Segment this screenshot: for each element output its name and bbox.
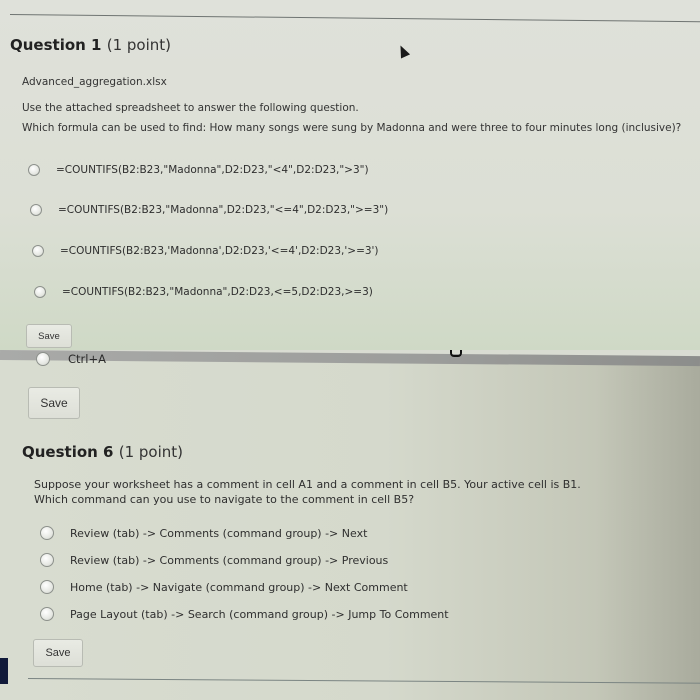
question-1-panel: Question 1 (1 point) Advanced_aggregatio… (0, 0, 700, 350)
radio-button[interactable] (36, 352, 50, 366)
prompt-line: Suppose your worksheet has a comment in … (34, 478, 581, 491)
save-button[interactable]: Save (28, 387, 80, 419)
question-prompt: Which formula can be used to find: How m… (22, 122, 682, 134)
option-label: Review (tab) -> Comments (command group)… (70, 526, 368, 540)
answer-option[interactable]: Page Layout (tab) -> Search (command gro… (40, 607, 449, 621)
option-label: =COUNTIFS(B2:B23,'Madonna',D2:D23,'<=4',… (60, 245, 379, 257)
option-label: Home (tab) -> Navigate (command group) -… (70, 580, 408, 594)
answer-option[interactable]: =COUNTIFS(B2:B23,'Madonna',D2:D23,'<=4',… (32, 245, 379, 257)
mouse-cursor-icon (395, 43, 411, 59)
option-label: Ctrl+A (68, 352, 106, 366)
question-title-text: Question 1 (10, 36, 102, 54)
cursor-fragment-icon (450, 350, 462, 357)
radio-button[interactable] (40, 526, 54, 540)
question-instruction: Use the attached spreadsheet to answer t… (22, 102, 359, 114)
save-button[interactable]: Save (26, 324, 72, 348)
radio-button[interactable] (40, 607, 54, 621)
option-label: Page Layout (tab) -> Search (command gro… (70, 607, 449, 621)
answer-option[interactable]: =COUNTIFS(B2:B23,"Madonna",D2:D23,<=5,D2… (34, 286, 373, 298)
radio-button[interactable] (40, 553, 54, 567)
option-label: Review (tab) -> Comments (command group)… (70, 553, 389, 567)
save-button[interactable]: Save (33, 639, 83, 667)
radio-button[interactable] (30, 204, 42, 216)
question-title-text: Question 6 (22, 443, 114, 461)
answer-option[interactable]: =COUNTIFS(B2:B23,"Madonna",D2:D23,"<4",D… (28, 164, 369, 176)
answer-option[interactable]: Review (tab) -> Comments (command group)… (40, 526, 367, 540)
answer-option[interactable]: Home (tab) -> Navigate (command group) -… (40, 580, 408, 594)
question-prompt: Suppose your worksheet has a comment in … (34, 477, 674, 507)
radio-button[interactable] (32, 245, 44, 257)
option-label: =COUNTIFS(B2:B23,"Madonna",D2:D23,"<4",D… (56, 164, 369, 176)
question-points: (1 point) (106, 36, 172, 54)
radio-button[interactable] (34, 286, 46, 298)
radio-button[interactable] (28, 164, 40, 176)
question-1-title: Question 1 (1 point) (10, 36, 171, 54)
answer-option[interactable]: Review (tab) -> Comments (command group)… (40, 553, 388, 567)
option-label: =COUNTIFS(B2:B23,"Madonna",D2:D23,<=5,D2… (62, 286, 373, 298)
option-label: =COUNTIFS(B2:B23,"Madonna",D2:D23,"<=4",… (58, 204, 389, 216)
prompt-line: Which command can you use to navigate to… (34, 493, 415, 506)
question-points: (1 point) (118, 443, 184, 461)
sidebar-edge (0, 658, 8, 684)
top-divider (9, 14, 700, 23)
radio-button[interactable] (40, 580, 54, 594)
answer-option[interactable]: =COUNTIFS(B2:B23,"Madonna",D2:D23,"<=4",… (30, 204, 388, 216)
answer-option[interactable]: Ctrl+A (36, 352, 106, 366)
question-6-title: Question 6 (1 point) (22, 443, 183, 461)
attachment-link[interactable]: Advanced_aggregation.xlsx (22, 76, 167, 88)
